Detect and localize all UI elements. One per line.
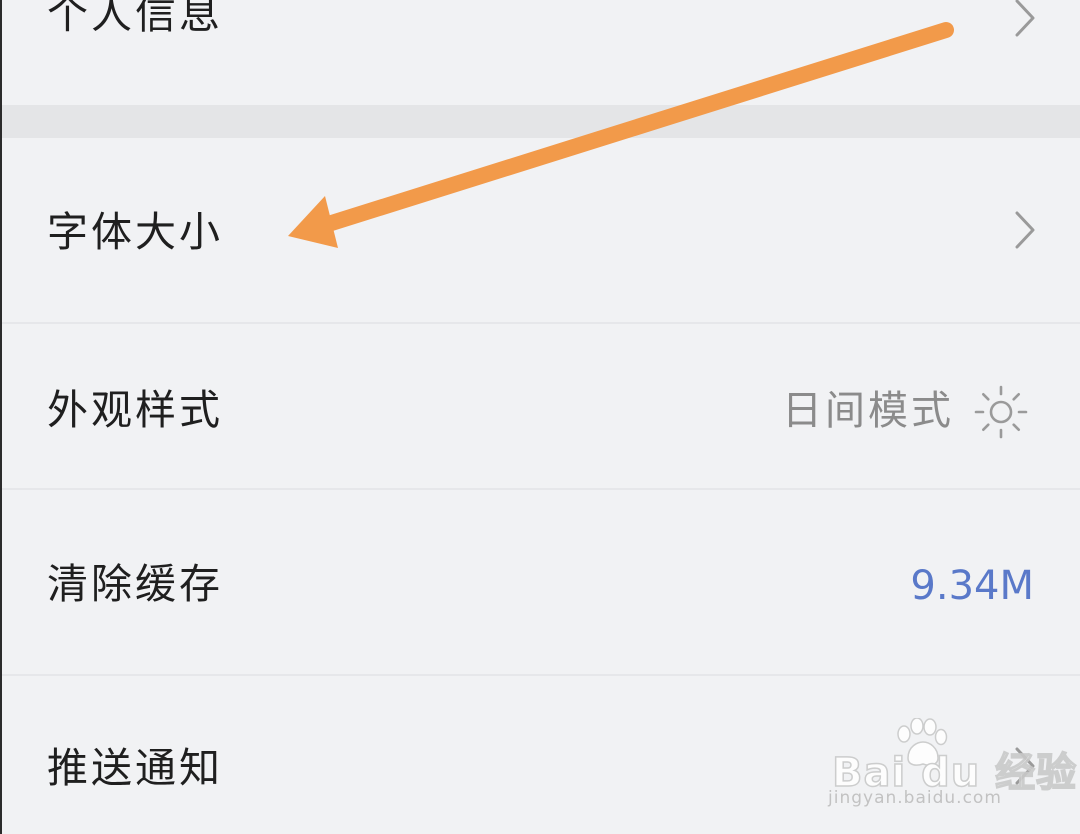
chevron-right-icon bbox=[1015, 211, 1035, 249]
row-label: 推送通知 bbox=[47, 744, 223, 792]
appearance-mode-value: 日间模式 bbox=[782, 388, 954, 434]
settings-row-profile[interactable]: 个人信息 bbox=[0, 0, 1080, 105]
settings-page: 个人信息 字体大小 外观样式 日间模式 清除缓存 9.34M 推送通知 Bai … bbox=[0, 0, 1080, 834]
row-label: 个人信息 bbox=[47, 0, 223, 38]
settings-row-font-size[interactable]: 字体大小 bbox=[0, 138, 1080, 322]
chevron-right-icon bbox=[1015, 0, 1035, 37]
cache-size-value: 9.34M bbox=[910, 563, 1034, 609]
screen-left-edge bbox=[0, 0, 2, 834]
row-label: 外观样式 bbox=[47, 386, 223, 434]
settings-row-appearance[interactable]: 外观样式 日间模式 bbox=[0, 324, 1080, 488]
row-label: 字体大小 bbox=[47, 208, 223, 256]
baidu-jingyan-watermark: Bai du 经验 jingyan.baidu.com bbox=[826, 718, 1077, 818]
watermark-url: jingyan.baidu.com bbox=[828, 788, 1002, 808]
section-gap bbox=[0, 105, 1080, 138]
sun-icon bbox=[974, 385, 1028, 439]
row-label: 清除缓存 bbox=[47, 560, 223, 608]
settings-row-clear-cache[interactable]: 清除缓存 9.34M bbox=[0, 490, 1080, 674]
